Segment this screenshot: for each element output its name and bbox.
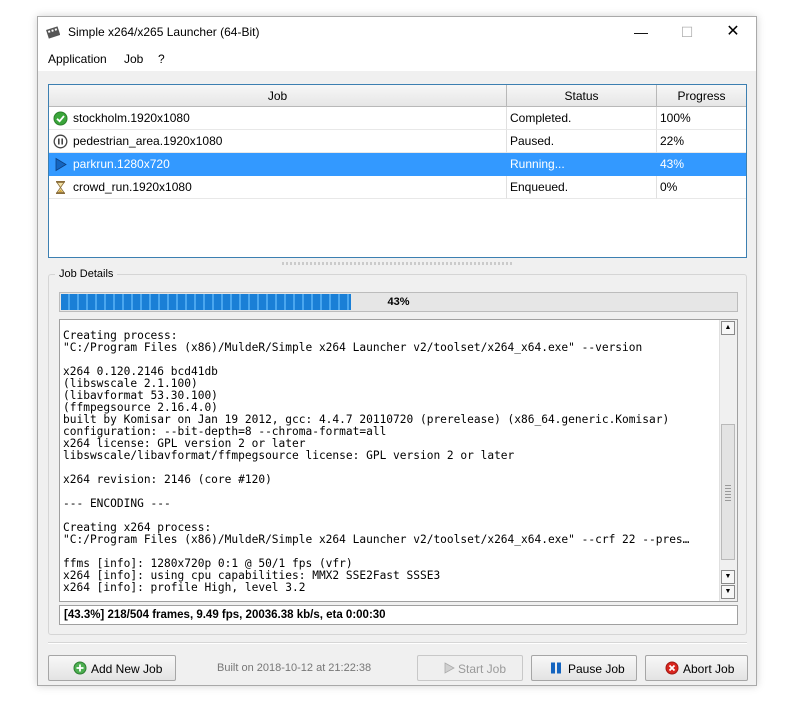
table-row[interactable]: crowd_run.1920x1080 Enqueued. 0% bbox=[49, 176, 746, 199]
log-scrollbar[interactable]: ▲ ▼ ▼ bbox=[719, 320, 737, 601]
splitter-handle[interactable] bbox=[282, 262, 512, 265]
job-progress: 100% bbox=[657, 107, 746, 130]
menu-help[interactable]: ? bbox=[158, 52, 165, 66]
running-play-icon bbox=[55, 157, 67, 172]
job-name: pedestrian_area.1920x1080 bbox=[49, 130, 507, 153]
column-header-progress[interactable]: Progress bbox=[657, 85, 746, 107]
abort-job-button[interactable]: Abort Job bbox=[645, 655, 748, 681]
log-line: "C:/Program Files (x86)/MuldeR/Simple x2… bbox=[63, 341, 643, 354]
grip-icon bbox=[725, 485, 731, 501]
start-play-icon bbox=[444, 662, 455, 674]
progress-text: 43% bbox=[387, 296, 410, 308]
job-status: Completed. bbox=[507, 107, 657, 130]
column-header-status[interactable]: Status bbox=[507, 85, 657, 107]
scroll-up-arrow-icon[interactable]: ▲ bbox=[721, 321, 735, 335]
scroll-down-arrow-icon[interactable]: ▼ bbox=[721, 585, 735, 599]
log-output[interactable]: Creating process: "C:/Program Files (x86)… bbox=[59, 319, 738, 602]
minimize-button[interactable]: — bbox=[618, 17, 664, 47]
start-job-button[interactable]: Start Job bbox=[417, 655, 523, 681]
scroll-down-arrow-icon[interactable]: ▼ bbox=[721, 570, 735, 584]
job-status: Enqueued. bbox=[507, 176, 657, 199]
job-status: Paused. bbox=[507, 130, 657, 153]
menu-job[interactable]: Job bbox=[124, 52, 143, 66]
add-new-job-label: Add New Job bbox=[91, 662, 163, 676]
title-bar[interactable]: Simple x264/x265 Launcher (64-Bit) — ☐ ✕ bbox=[38, 17, 756, 47]
job-progress: 0% bbox=[657, 176, 746, 199]
job-details-label: Job Details bbox=[55, 268, 118, 280]
log-line: --- ENCODING --- bbox=[63, 497, 171, 510]
table-row[interactable]: parkrun.1280x720 Running... 43% bbox=[49, 153, 746, 176]
job-status: Running... bbox=[507, 153, 657, 176]
pause-job-button[interactable]: Pause Job bbox=[531, 655, 637, 681]
job-name: crowd_run.1920x1080 bbox=[49, 176, 507, 199]
paused-icon bbox=[53, 134, 68, 149]
footer-separator bbox=[48, 642, 747, 644]
log-line: "C:/Program Files (x86)/MuldeR/Simple x2… bbox=[63, 533, 690, 546]
main-window: Simple x264/x265 Launcher (64-Bit) — ☐ ✕… bbox=[37, 16, 757, 686]
build-info: Built on 2018-10-12 at 21:22:38 bbox=[217, 662, 372, 674]
job-progress-bar: 43% bbox=[59, 292, 738, 312]
hourglass-icon bbox=[56, 181, 65, 194]
job-table[interactable]: Job Status Progress stockholm.1920x1080 … bbox=[48, 84, 747, 258]
job-progress: 43% bbox=[657, 153, 746, 176]
table-row[interactable]: stockholm.1920x1080 Completed. 100% bbox=[49, 107, 746, 130]
log-line: libswscale/libavformat/ffmpegsource lice… bbox=[63, 449, 515, 462]
close-button[interactable]: ✕ bbox=[710, 17, 756, 47]
pause-job-label: Pause Job bbox=[568, 662, 625, 676]
job-progress: 22% bbox=[657, 130, 746, 153]
add-new-job-button[interactable]: Add New Job bbox=[48, 655, 176, 681]
table-row[interactable]: pedestrian_area.1920x1080 Paused. 22% bbox=[49, 130, 746, 153]
job-name: stockholm.1920x1080 bbox=[49, 107, 507, 130]
add-icon bbox=[73, 661, 87, 675]
menu-application[interactable]: Application bbox=[48, 52, 107, 66]
pause-icon bbox=[551, 662, 561, 674]
maximize-button[interactable]: ☐ bbox=[664, 17, 710, 47]
abort-job-label: Abort Job bbox=[683, 662, 735, 676]
column-header-job[interactable]: Job bbox=[49, 85, 507, 107]
job-name: parkrun.1280x720 bbox=[49, 153, 507, 176]
app-film-icon bbox=[46, 26, 60, 39]
menu-bar: Application Job ? bbox=[38, 47, 756, 71]
start-job-label: Start Job bbox=[458, 662, 507, 676]
log-text: Creating process: "C:/Program Files (x86)… bbox=[63, 330, 718, 600]
window-title: Simple x264/x265 Launcher (64-Bit) bbox=[68, 25, 260, 39]
log-line: x264 [info]: profile High, level 3.2 bbox=[63, 581, 306, 594]
log-line: x264 revision: 2146 (core #120) bbox=[63, 473, 272, 486]
abort-icon bbox=[665, 661, 679, 675]
encode-status-line: [43.3%] 218/504 frames, 9.49 fps, 20036.… bbox=[59, 605, 738, 625]
scroll-thumb[interactable] bbox=[721, 424, 735, 560]
completed-check-icon bbox=[53, 111, 68, 126]
